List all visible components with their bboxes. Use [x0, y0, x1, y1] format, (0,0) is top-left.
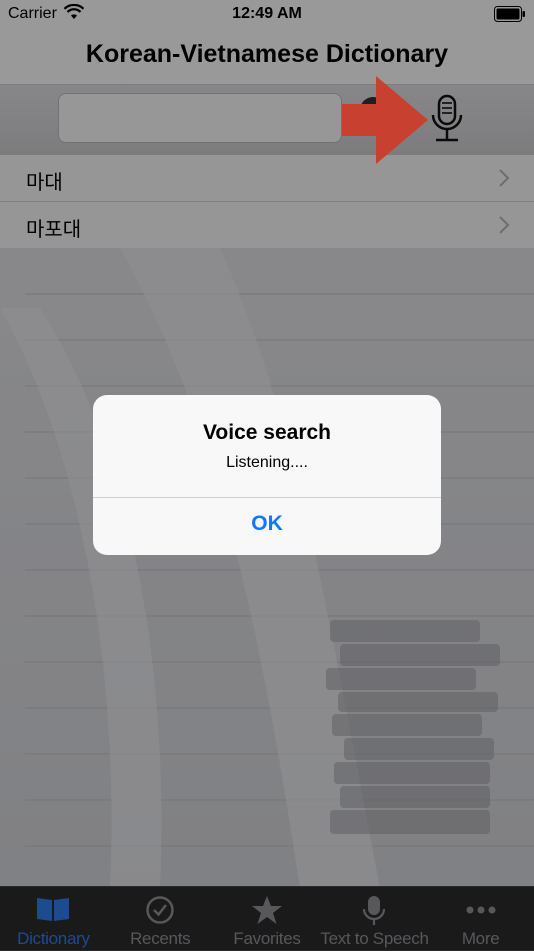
ok-button[interactable]: OK: [93, 498, 441, 555]
alert-title: Voice search: [202, 421, 332, 444]
voice-search-alert: Voice search Listening.... OK: [93, 395, 441, 555]
red-arrow-icon: [342, 76, 428, 164]
alert-message: Listening....: [226, 454, 308, 471]
